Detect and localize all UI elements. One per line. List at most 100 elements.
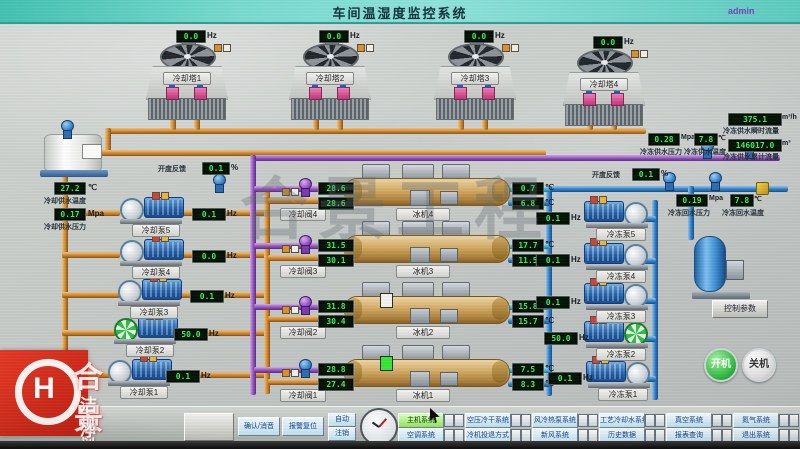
tower-hz-display: 0.0: [464, 30, 494, 43]
valve-feedback-label: 开度反馈: [592, 170, 620, 180]
nav-indicator: [645, 414, 655, 427]
nav-heat-pump[interactable]: 风冷热泵系统: [532, 413, 578, 428]
cooling-supply-pressure-display: 0.17: [54, 208, 86, 221]
chilled-pump-3[interactable]: [584, 282, 650, 310]
hz-unit: Hz: [227, 251, 237, 260]
status-indicator: [502, 44, 519, 52]
cooling-water-tank[interactable]: [40, 122, 110, 178]
nav-indicator: [789, 414, 799, 427]
cooling-tower-1[interactable]: 0.0 Hz 冷却塔1: [140, 30, 232, 130]
status-indicator: [357, 44, 374, 52]
tower-valve-icon[interactable]: [337, 87, 350, 100]
expansion-tank-controller: [726, 260, 744, 280]
cooling-pump-4[interactable]: [118, 238, 184, 266]
hz-unit: Hz: [571, 213, 581, 222]
pump-hz-display: 0.1: [190, 290, 224, 303]
pump-label: 冷却泵2: [126, 344, 174, 357]
chiller-label: 冰机2: [396, 326, 450, 339]
pump-motor: [138, 317, 178, 338]
chilled-supply-flow-display: 375.1: [728, 113, 782, 126]
temp-unit: ℃: [545, 198, 554, 207]
valve-feedback-label: 开度反馈: [158, 164, 186, 174]
auto-button[interactable]: 自动: [328, 413, 356, 427]
tower-valve-icon[interactable]: [454, 87, 467, 100]
tower-fill: [148, 98, 226, 120]
status-indicator: [631, 50, 648, 58]
ack-mute-button[interactable]: 确认/消音: [238, 417, 280, 436]
cooling-tower-4[interactable]: 0.0 Hz 冷却塔4: [557, 36, 649, 136]
cooling-tower-2[interactable]: 0.0 Hz 冷却塔2: [283, 30, 375, 130]
tower-valve-icon[interactable]: [309, 87, 322, 100]
pump-label: 冷却泵1: [120, 386, 168, 399]
pump-motor: [584, 243, 624, 264]
pressure-unit: Mpa: [681, 134, 695, 141]
status-indicator: [282, 245, 299, 253]
title-bar: 车间温湿度监控系统 admin: [0, 0, 800, 24]
chiller-in-temp-display: 31.5: [318, 239, 354, 252]
chiller-3[interactable]: [344, 221, 508, 267]
pump-label: 冷却泵5: [132, 224, 180, 237]
stop-button[interactable]: 关机: [742, 348, 776, 382]
chiller-panel: [410, 371, 430, 387]
hz-unit: Hz: [579, 333, 589, 342]
tower-valve-icon[interactable]: [194, 87, 207, 100]
nav-air-compressor[interactable]: 空压冷干系统: [465, 413, 511, 428]
blank-button[interactable]: [184, 413, 234, 441]
cooling-valve-2-icon[interactable]: [298, 296, 311, 314]
tower-valve-icon[interactable]: [611, 93, 624, 106]
nav-nitrogen[interactable]: 氮气系统: [733, 413, 779, 428]
hz-unit: Hz: [571, 255, 581, 264]
tower-hz-display: 0.0: [593, 36, 623, 49]
cooling-valve-4-icon[interactable]: [298, 178, 311, 196]
chilled-pump-2[interactable]: [584, 320, 650, 348]
hz-unit: Hz: [201, 371, 211, 380]
tower-valve-icon[interactable]: [583, 93, 596, 106]
nav-indicator: [511, 414, 521, 427]
chiller-4[interactable]: [344, 164, 508, 210]
chiller-in-temp-display: 30.4: [318, 315, 354, 328]
nav-indicator: [588, 414, 598, 427]
logout-button[interactable]: 注销: [328, 427, 356, 441]
alarm-reset-button[interactable]: 报警复位: [282, 417, 324, 436]
control-valve-icon[interactable]: [212, 174, 225, 192]
manual-valve-icon[interactable]: [756, 182, 769, 195]
chiller-out-temp-display: 17.7: [512, 239, 544, 252]
chilled-supply-pressure-label: 冷冻供水压力: [640, 147, 682, 157]
pump-motor: [584, 321, 624, 342]
nav-vacuum[interactable]: 真空系统: [666, 413, 712, 428]
nav-process-cooling[interactable]: 工艺冷却水系统: [599, 413, 645, 428]
pump-hz-display: 0.0: [192, 250, 226, 263]
start-button[interactable]: 开机: [704, 348, 738, 382]
hz-unit: Hz: [227, 209, 237, 218]
control-params-button[interactable]: 控制参数: [712, 300, 768, 318]
pump-hz-display: 0.1: [548, 372, 582, 385]
nav-indicator: [444, 414, 454, 427]
cooling-valve-3-icon[interactable]: [298, 235, 311, 253]
valve-feedback-display: 0.1: [202, 162, 230, 175]
chiller-panel: [440, 309, 458, 323]
hz-unit: Hz: [350, 31, 360, 40]
pump-hz-display: 0.1: [536, 254, 570, 267]
cooling-tower-3[interactable]: 0.0 Hz 冷却塔3: [428, 30, 520, 130]
tank-valve-icon[interactable]: [60, 120, 73, 138]
hz-unit: Hz: [495, 31, 505, 40]
chilled-pump-5[interactable]: [584, 200, 650, 228]
tower-valve-icon[interactable]: [166, 87, 179, 100]
cooling-valve-1-icon[interactable]: [298, 359, 311, 377]
chiller-panel: [440, 372, 458, 386]
cooling-pump-5[interactable]: [118, 196, 184, 224]
chilled-supply-pressure-display: 0.28: [648, 133, 680, 146]
status-indicator: [282, 188, 299, 196]
tower-valve-icon[interactable]: [482, 87, 495, 100]
chiller-in-temp-display: 27.4: [318, 378, 354, 391]
chiller-2[interactable]: [344, 282, 508, 328]
chiller-1[interactable]: [344, 345, 508, 391]
cooling-pump-1[interactable]: [106, 358, 172, 386]
chilled-return-temp-label: 冷冻回水温度: [722, 208, 764, 218]
status-indicator: [282, 306, 299, 314]
chilled-supply-flow-label: 冷冻供水瞬时流量: [723, 126, 779, 136]
cooling-pump-2[interactable]: [112, 316, 178, 344]
cooling-pump-3[interactable]: [116, 278, 182, 306]
chilled-pump-1[interactable]: [586, 360, 652, 388]
chilled-pump-4[interactable]: [584, 242, 650, 270]
